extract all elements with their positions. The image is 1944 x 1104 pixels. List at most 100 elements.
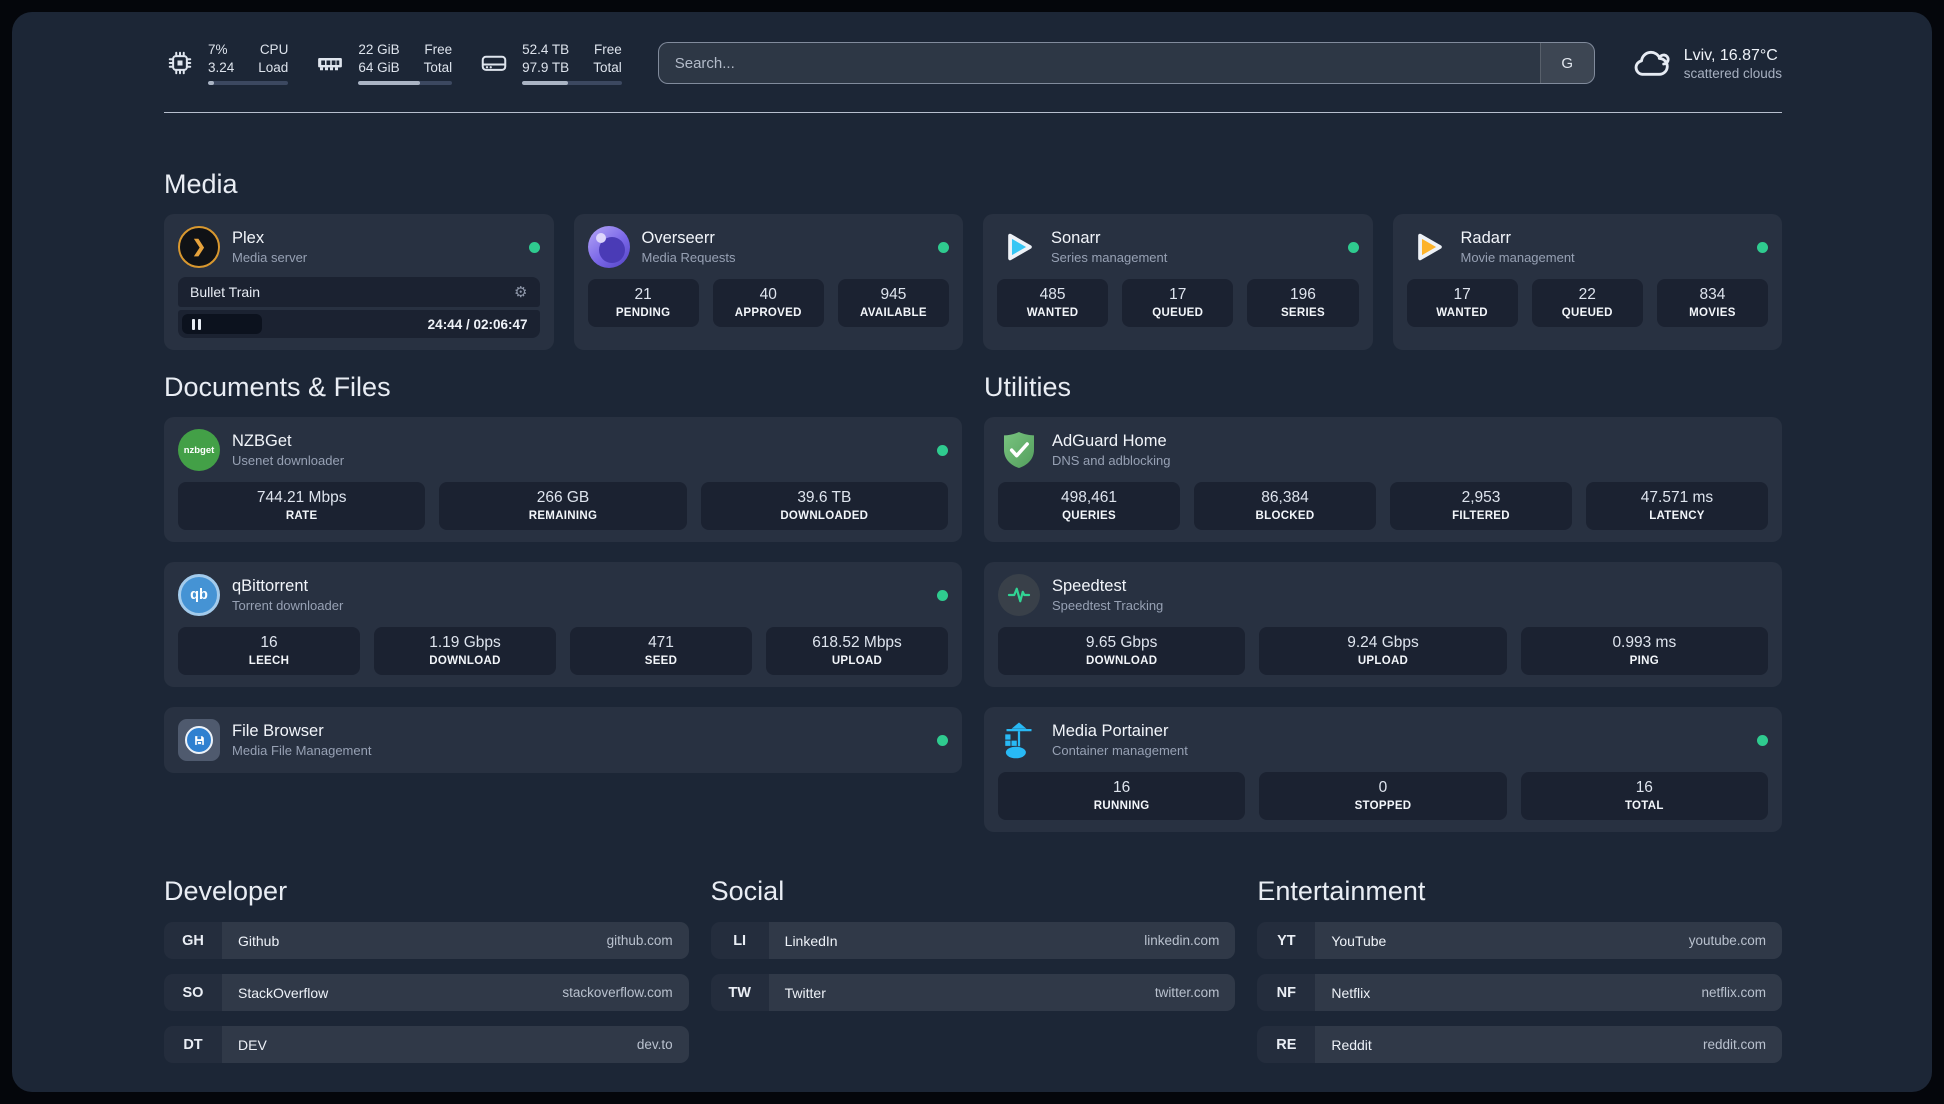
bookmark-reddit[interactable]: RE Reddit reddit.com bbox=[1257, 1026, 1782, 1063]
stat-download: 9.65 Gbps DOWNLOAD bbox=[998, 627, 1246, 675]
documents-section: Documents & Files nzbget NZBGet Usenet d… bbox=[164, 372, 962, 832]
service-name: Plex bbox=[232, 228, 265, 247]
bookmark-linkedin[interactable]: LI LinkedIn linkedin.com bbox=[711, 922, 1236, 959]
stat-latency: 47.571 ms LATENCY bbox=[1586, 482, 1768, 530]
sonarr-card[interactable]: Sonarr Series management 485 WANTED 17 Q… bbox=[983, 214, 1373, 350]
memory-progress-bar bbox=[358, 81, 453, 86]
memory-total: 64 GiB bbox=[358, 59, 400, 75]
bookmarks-developer: Developer GH Github github.com SO StackO… bbox=[164, 876, 689, 1063]
service-description: Media File Management bbox=[232, 743, 372, 759]
search-input[interactable] bbox=[658, 43, 1540, 83]
nzbget-icon: nzbget bbox=[178, 429, 220, 471]
stat-upload: 618.52 Mbps UPLOAD bbox=[766, 627, 948, 675]
service-name: File Browser bbox=[232, 721, 324, 740]
qbittorrent-icon: qb bbox=[178, 574, 220, 616]
service-name: Radarr bbox=[1460, 228, 1511, 247]
service-description: Media Requests bbox=[641, 250, 736, 266]
service-name: Sonarr bbox=[1051, 228, 1101, 247]
stat-download: 1.19 Gbps DOWNLOAD bbox=[374, 627, 556, 675]
section-title-media: Media bbox=[164, 169, 238, 199]
service-description: Torrent downloader bbox=[232, 598, 344, 614]
service-name: Speedtest bbox=[1052, 576, 1127, 595]
memory-icon bbox=[314, 47, 346, 79]
top-bar: 7% 3.24 CPU Load 22 GiB 64 GiB Free Tota… bbox=[164, 38, 1782, 88]
status-indicator bbox=[1347, 241, 1359, 253]
memory-free: 22 GiB bbox=[358, 41, 400, 57]
weather-widget: Lviv, 16.87°C scattered clouds bbox=[1631, 43, 1782, 83]
service-description: Media server bbox=[232, 250, 308, 266]
cpu-load: 3.24 bbox=[208, 59, 235, 75]
status-indicator bbox=[1757, 241, 1768, 253]
bookmarks-entertainment: Entertainment YT YouTube youtube.com NF … bbox=[1257, 876, 1782, 1063]
service-description: Usenet downloader bbox=[232, 453, 345, 469]
cpu-percent: 7% bbox=[208, 41, 228, 57]
stat-queries: 498,461 QUERIES bbox=[998, 482, 1180, 530]
qbittorrent-card[interactable]: qb qBittorrent Torrent downloader 16 LEE… bbox=[164, 562, 962, 687]
stat-movies: 834 MOVIES bbox=[1656, 279, 1769, 327]
status-indicator bbox=[937, 734, 948, 746]
speedtest-icon bbox=[998, 574, 1040, 616]
bookmark-youtube[interactable]: YT YouTube youtube.com bbox=[1257, 922, 1782, 959]
disk-free: 52.4 TB bbox=[522, 41, 570, 57]
stat-seed: 471 SEED bbox=[570, 627, 752, 675]
service-description: Container management bbox=[1052, 743, 1188, 759]
stat-rate: 744.21 Mbps RATE bbox=[178, 482, 426, 530]
section-title-utilities: Utilities bbox=[984, 372, 1072, 402]
service-name: NZBGet bbox=[232, 431, 292, 450]
service-name: Media Portainer bbox=[1052, 721, 1169, 740]
now-playing-title: Bullet Train bbox=[190, 284, 261, 300]
portainer-icon bbox=[998, 719, 1040, 761]
disk-progress-bar bbox=[522, 81, 622, 86]
status-indicator bbox=[937, 444, 948, 456]
utilities-section: Utilities AdGuard Home DNS and adblockin… bbox=[984, 372, 1782, 832]
overseerr-icon bbox=[587, 226, 630, 268]
service-description: Speedtest Tracking bbox=[1052, 598, 1164, 614]
now-playing: Bullet Train ⚙ 24:44 / 02:06:47 bbox=[178, 277, 540, 338]
service-name: AdGuard Home bbox=[1052, 431, 1167, 450]
status-indicator bbox=[937, 589, 948, 601]
cpu-widget: 7% 3.24 CPU Load bbox=[164, 41, 289, 86]
search-provider-button[interactable]: G bbox=[1539, 43, 1594, 83]
sonarr-icon bbox=[997, 226, 1039, 268]
stat-available: 945 AVAILABLE bbox=[837, 279, 950, 327]
header-divider bbox=[164, 112, 1782, 113]
portainer-card[interactable]: Media Portainer Container management 16 … bbox=[984, 707, 1782, 832]
disk-total: 97.9 TB bbox=[522, 59, 570, 75]
nzbget-card[interactable]: nzbget NZBGet Usenet downloader 744.21 M… bbox=[164, 417, 962, 542]
stat-remaining: 266 GB REMAINING bbox=[439, 482, 687, 530]
bookmarks-social: Social LI LinkedIn linkedin.com TW Twitt… bbox=[711, 876, 1236, 1063]
stat-filtered: 2,953 FILTERED bbox=[1390, 482, 1572, 530]
cpu-progress-bar bbox=[208, 81, 289, 86]
stat-blocked: 86,384 BLOCKED bbox=[1194, 482, 1376, 530]
stat-series: 196 SERIES bbox=[1247, 279, 1359, 327]
section-title-social: Social bbox=[710, 876, 785, 906]
stat-wanted: 17 WANTED bbox=[1406, 279, 1518, 327]
status-indicator bbox=[528, 241, 540, 253]
memory-widget: 22 GiB 64 GiB Free Total bbox=[314, 41, 453, 86]
bookmark-twitter[interactable]: TW Twitter twitter.com bbox=[711, 974, 1236, 1011]
weather-location-temp: Lviv, 16.87°C bbox=[1683, 46, 1778, 64]
speedtest-card[interactable]: Speedtest Speedtest Tracking 9.65 Gbps D… bbox=[984, 562, 1782, 687]
resource-widgets: 7% 3.24 CPU Load 22 GiB 64 GiB Free Tota… bbox=[164, 41, 622, 86]
adguard-icon bbox=[998, 429, 1040, 471]
stat-approved: 40 APPROVED bbox=[712, 279, 824, 327]
status-indicator bbox=[1757, 734, 1768, 746]
cloud-icon bbox=[1631, 43, 1671, 83]
overseerr-card[interactable]: Overseerr Media Requests 21 PENDING 40 A… bbox=[573, 214, 963, 350]
weather-condition: scattered clouds bbox=[1683, 66, 1782, 82]
search-bar: G bbox=[657, 42, 1595, 84]
cpu-icon bbox=[164, 47, 196, 79]
stat-downloaded: 39.6 TB DOWNLOADED bbox=[700, 482, 948, 530]
bookmark-dev[interactable]: DT DEV dev.to bbox=[164, 1026, 689, 1063]
bookmark-stackoverflow[interactable]: SO StackOverflow stackoverflow.com bbox=[164, 974, 689, 1011]
stat-queued: 22 QUEUED bbox=[1531, 279, 1643, 327]
filebrowser-card[interactable]: File Browser Media File Management bbox=[164, 707, 962, 773]
playback-time: 24:44 / 02:06:47 bbox=[427, 316, 528, 332]
plex-card[interactable]: ❯ Plex Media server Bullet Train ⚙ 24:44… bbox=[164, 214, 554, 350]
pause-icon bbox=[192, 318, 201, 330]
bookmark-netflix[interactable]: NF Netflix netflix.com bbox=[1257, 974, 1782, 1011]
radarr-card[interactable]: Radarr Movie management 17 WANTED 22 QUE… bbox=[1392, 214, 1782, 350]
adguard-card[interactable]: AdGuard Home DNS and adblocking 498,461 … bbox=[984, 417, 1782, 542]
bookmark-github[interactable]: GH Github github.com bbox=[164, 922, 689, 959]
service-description: Movie management bbox=[1460, 250, 1575, 266]
